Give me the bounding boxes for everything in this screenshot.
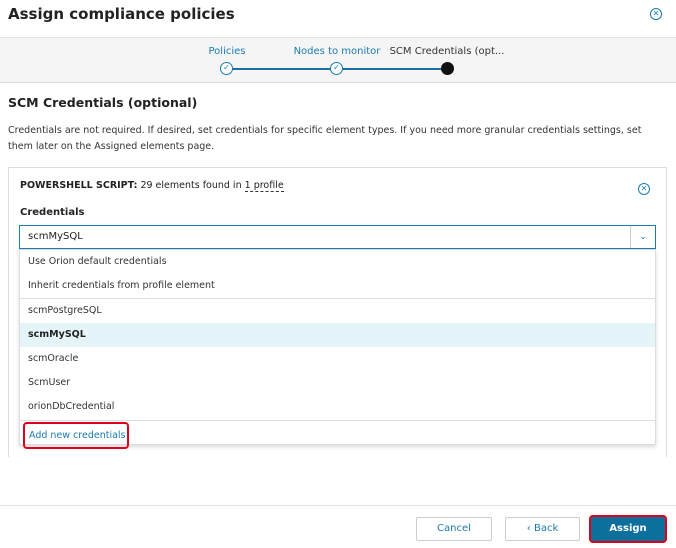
dialog-title: Assign compliance policies (8, 5, 235, 23)
footer-divider (0, 505, 676, 506)
option-scmpostgresql[interactable]: scmPostgreSQL (20, 299, 655, 323)
section-title: SCM Credentials (optional) (8, 95, 198, 110)
check-icon: ✓ (220, 62, 233, 75)
divider (20, 420, 655, 421)
chevron-left-icon: ‹ (526, 523, 534, 534)
option-scmoracle[interactable]: scmOracle (20, 347, 655, 371)
option-scmuser[interactable]: ScmUser (20, 371, 655, 395)
option-oriondbcredential[interactable]: orionDbCredential (20, 395, 655, 419)
step-nodes-to-monitor[interactable]: Nodes to monitor (294, 46, 381, 57)
back-label: Back (533, 523, 559, 534)
credentials-dropdown: Use Orion default credentials Inherit cr… (19, 249, 656, 449)
add-new-credentials-link[interactable]: Add new credentials (23, 422, 129, 449)
step-scm-credentials: SCM Credentials (opt... (389, 46, 505, 57)
close-dialog-icon[interactable]: ✕ (650, 8, 662, 20)
credentials-select[interactable]: scmMySQL ⌄ (19, 225, 656, 249)
current-step-dot-icon (441, 62, 454, 75)
cancel-button[interactable]: Cancel (416, 517, 492, 541)
option-scmmysql[interactable]: scmMySQL (20, 323, 655, 347)
wizard-stepper: Policies Nodes to monitor SCM Credential… (0, 37, 676, 83)
element-type-label: POWERSHELL SCRIPT: (20, 180, 138, 191)
option-orion-default[interactable]: Use Orion default credentials (20, 250, 655, 274)
assign-button[interactable]: Assign (589, 515, 667, 543)
selected-value: scmMySQL (28, 231, 83, 242)
chevron-down-icon[interactable]: ⌄ (630, 226, 655, 248)
check-icon: ✓ (330, 62, 343, 75)
credentials-label: Credentials (20, 207, 85, 218)
card-header: POWERSHELL SCRIPT: 29 elements found in … (20, 180, 284, 192)
found-text: 29 elements found in (140, 180, 242, 191)
step-policies[interactable]: Policies (209, 46, 246, 57)
remove-card-icon[interactable]: ✕ (638, 183, 650, 195)
section-description: Credentials are not required. If desired… (8, 125, 642, 152)
back-button[interactable]: ‹ Back (505, 517, 580, 541)
profile-link[interactable]: 1 profile (244, 180, 284, 192)
option-inherit[interactable]: Inherit credentials from profile element (20, 274, 655, 298)
